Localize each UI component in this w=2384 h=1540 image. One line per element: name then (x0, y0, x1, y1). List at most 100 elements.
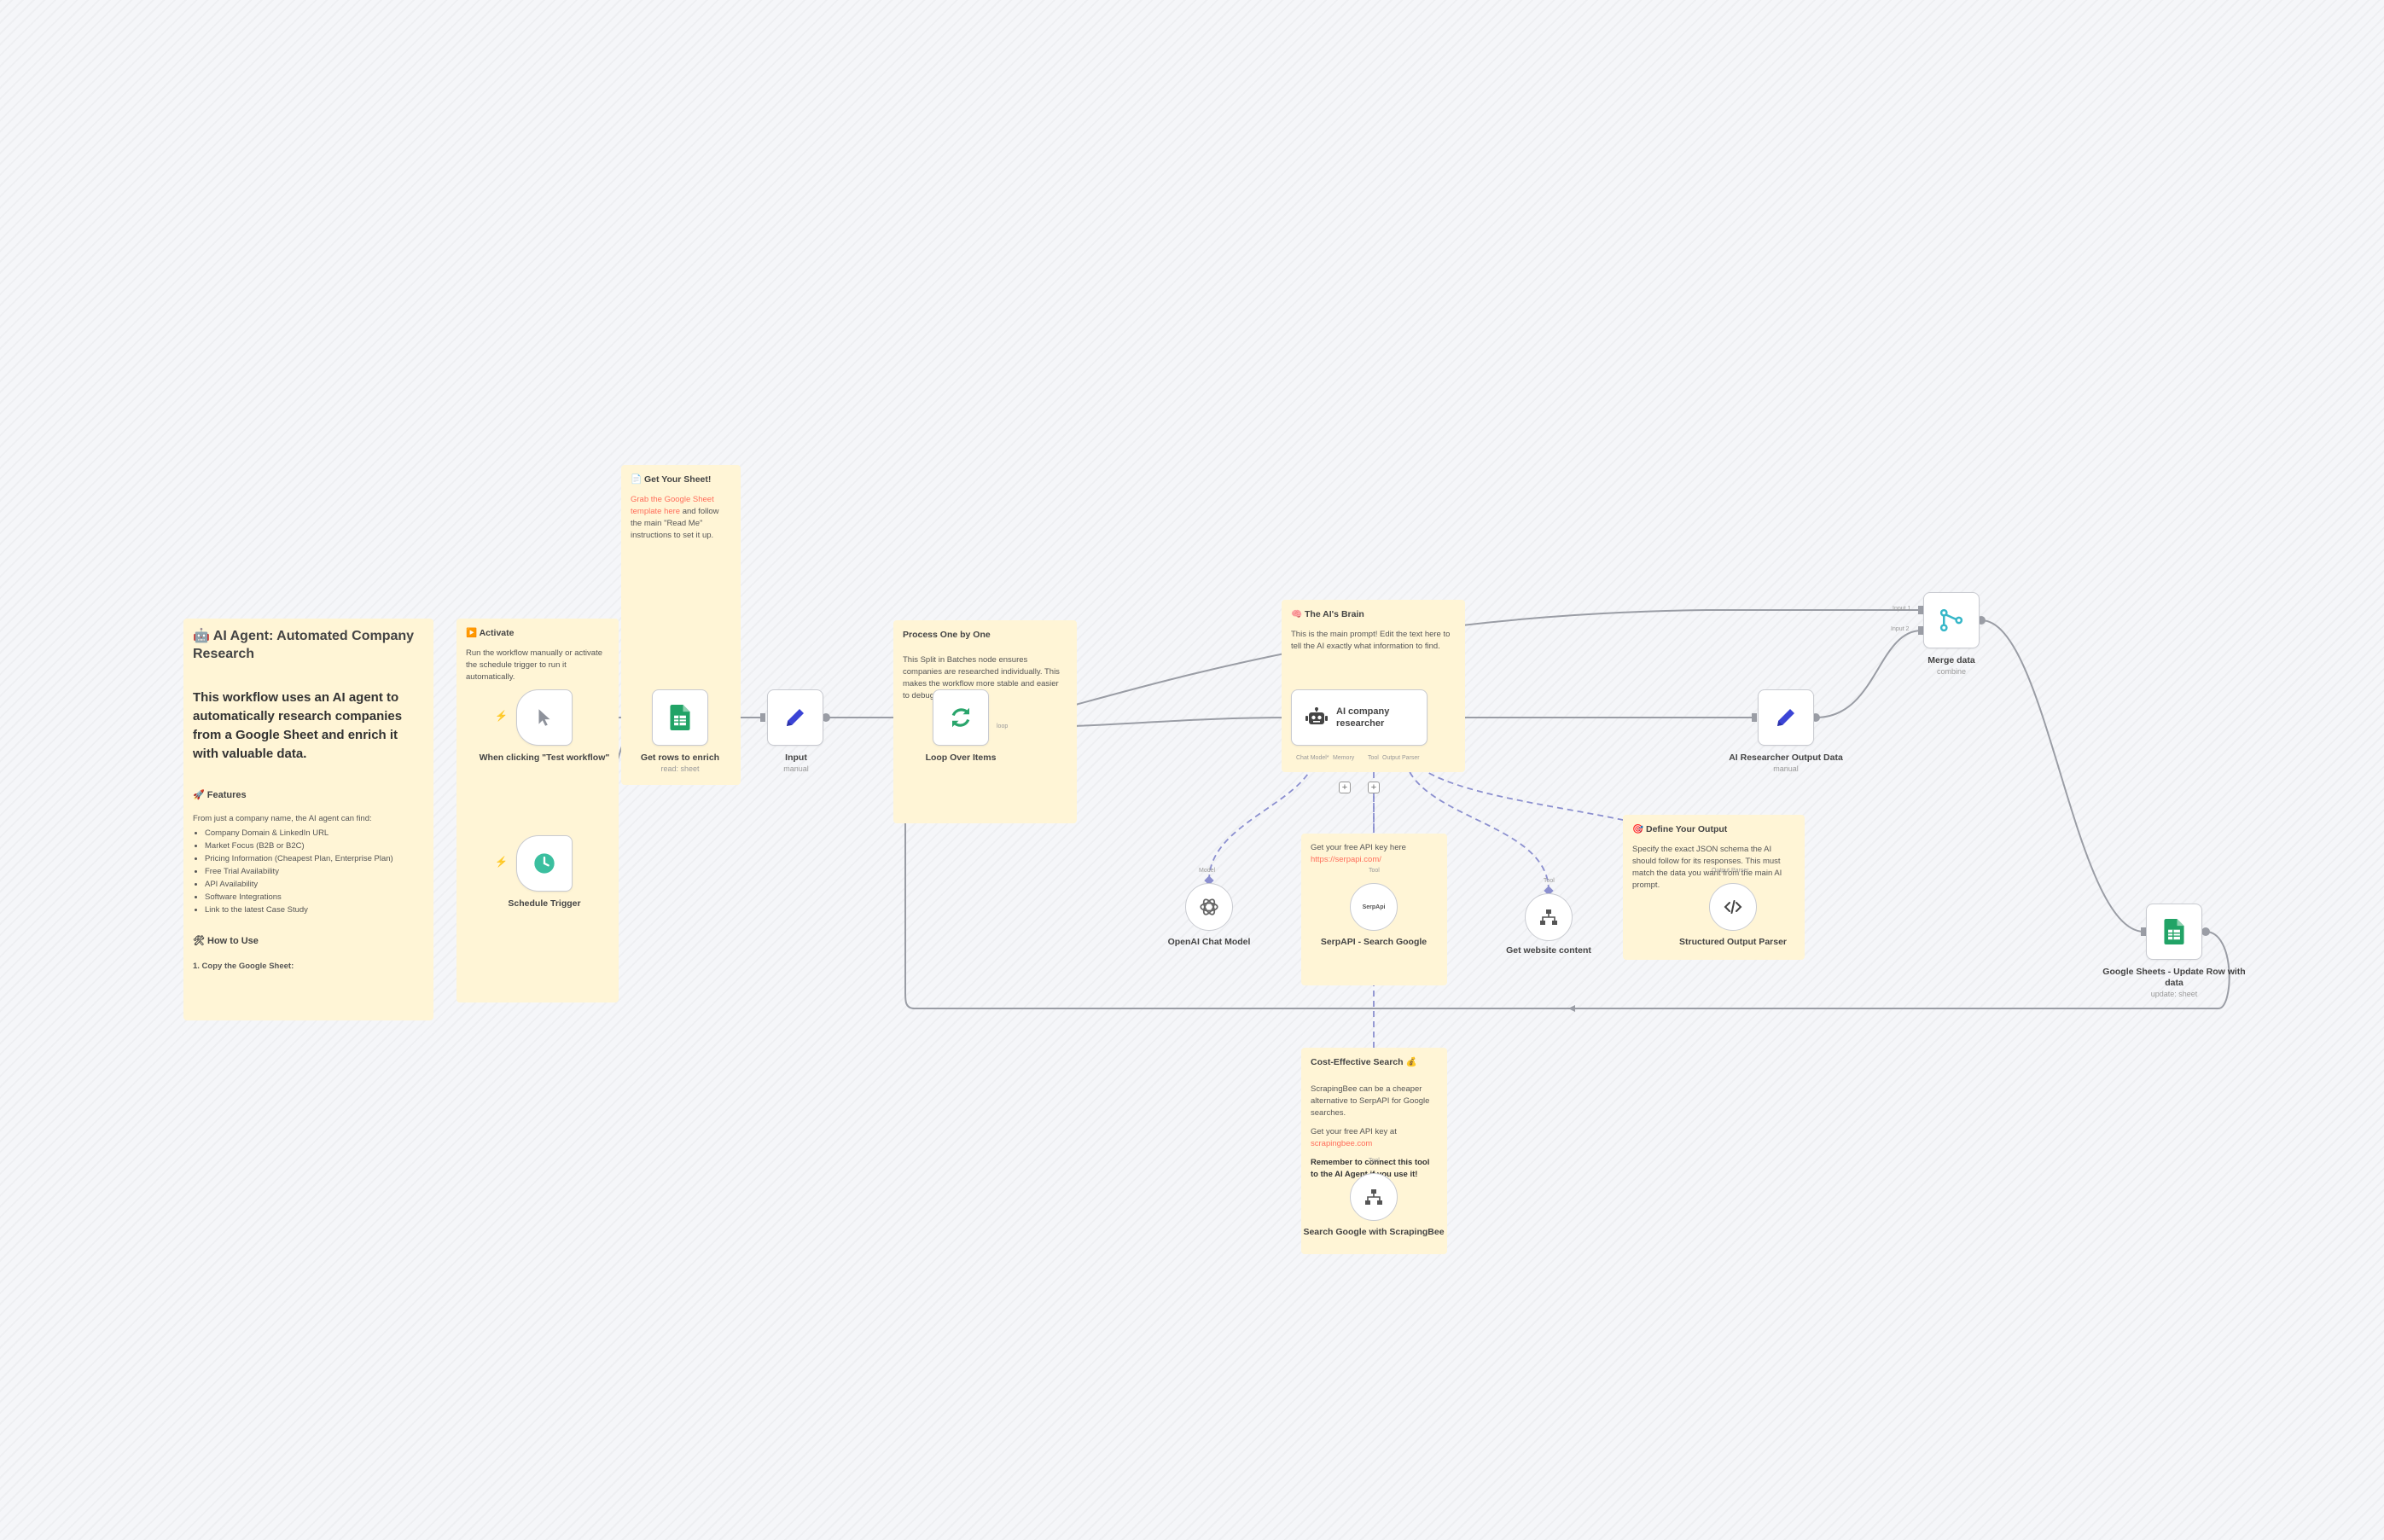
agent-port-tool: Tool (1368, 755, 1379, 761)
cost-note-text2: Get your free API key at scrapingbee.com (1311, 1126, 1438, 1150)
trigger-bolt-icon: ⚡ (495, 710, 508, 722)
sheet-note-title: 📄 Get Your Sheet! (631, 474, 712, 485)
google-sheets-icon (670, 705, 690, 730)
serpapi-icon: SerpApi (1362, 904, 1386, 910)
merge-input1-label: Input 1 (1893, 606, 1911, 612)
howto-step: 1. Copy the Google Sheet: (193, 962, 294, 971)
add-tool-button[interactable]: + (1368, 782, 1380, 793)
manual-trigger-label: When clicking "Test workflow" (479, 753, 610, 763)
serp-note-body: Get your free API key here (1311, 843, 1406, 852)
scrapingbee-link[interactable]: scrapingbee.com (1311, 1139, 1372, 1148)
update-sheet-label: Google Sheets - Update Row with data upda… (2102, 967, 2247, 1000)
openai-label: OpenAI Chat Model (1167, 937, 1251, 947)
pencil-icon (787, 709, 804, 726)
agent-port-output-parser: Output Parser (1382, 755, 1420, 761)
activate-note-title: ▶️ Activate (466, 628, 515, 638)
serpapi-link[interactable]: https://serpapi.com/ (1311, 855, 1381, 864)
output-note-title: 🎯 Define Your Output (1632, 824, 1728, 834)
features-heading: 🚀 Features (193, 790, 247, 800)
features-list: Company Domain & LinkedIn URL Market Foc… (193, 827, 424, 916)
brain-note-title: 🧠 The AI's Brain (1291, 609, 1364, 619)
merge-icon (1939, 608, 1963, 632)
output-data-subtitle: manual (1773, 764, 1799, 773)
merge-title: Merge data (1928, 655, 1975, 665)
input-title: Input (785, 753, 807, 763)
howto-heading: 🛠 How to Use (193, 936, 259, 946)
input-subtitle: manual (783, 764, 809, 773)
main-note-title: 🤖 AI Agent: Automated Company Research (193, 629, 415, 661)
robot-icon (1305, 707, 1328, 724)
feature-item: Company Domain & LinkedIn URL (205, 827, 424, 840)
sticky-note-activate[interactable]: ▶️ Activate Run the workflow manually or… (456, 619, 619, 1002)
schedule-trigger-label: Schedule Trigger (508, 898, 581, 909)
connection-update-loopback (904, 727, 2230, 1009)
serpapi-node[interactable]: SerpApi (1350, 883, 1398, 931)
workflow-canvas[interactable]: 🤖 AI Agent: Automated Company Research T… (0, 0, 2384, 1540)
network-icon (1540, 909, 1557, 925)
output-data-node[interactable] (1758, 689, 1814, 746)
output-data-label: AI Researcher Output Data manual (1713, 753, 1858, 775)
update-sheet-node[interactable] (2146, 904, 2202, 960)
openai-port-label: Model (1199, 868, 1216, 874)
loop-port-label: loop (997, 724, 1009, 729)
cursor-icon (538, 709, 550, 726)
website-port-label: Tool (1544, 878, 1555, 884)
manual-trigger-node[interactable] (516, 689, 573, 746)
schedule-trigger-node[interactable] (516, 835, 573, 892)
pencil-icon (1777, 709, 1794, 726)
serpapi-port-label: Tool (1369, 868, 1380, 874)
feature-item: Software Integrations (205, 891, 424, 904)
parser-port-label: Output Parser (1712, 868, 1749, 874)
feature-item: API Availability (205, 878, 424, 891)
input-label: Input manual (724, 753, 869, 775)
sheet-note-text: Grab the Google Sheet template here and … (631, 494, 731, 542)
ai-agent-title: AI company researcher (1336, 706, 1390, 729)
clock-icon (534, 853, 555, 874)
merge-label: Merge data combine (1879, 655, 2024, 677)
feature-item: Link to the latest Case Study (205, 904, 424, 916)
openai-icon (1200, 898, 1218, 915)
google-sheets-icon (2164, 919, 2184, 944)
agent-port-chat-model: Chat Model* (1296, 755, 1329, 761)
serp-note-text: Get your free API key here https://serpap… (1311, 842, 1438, 866)
network-icon (1365, 1189, 1382, 1205)
cost-note-title: Cost-Effective Search 💰 (1311, 1057, 1417, 1067)
scrapingbee-port-label: Tool (1369, 1158, 1380, 1164)
get-rows-title: Get rows to enrich (640, 753, 720, 763)
feature-item: Market Focus (B2B or B2C) (205, 840, 424, 852)
feature-item: Pricing Information (Cheapest Plan, Ente… (205, 852, 424, 865)
update-sheet-title: Google Sheets - Update Row with data (2102, 967, 2246, 988)
structured-output-parser-node[interactable] (1709, 883, 1757, 931)
get-rows-node[interactable] (652, 689, 708, 746)
add-memory-button[interactable]: + (1339, 782, 1351, 793)
activate-note-body: Run the workflow manually or activate th… (466, 648, 602, 682)
cost-note-body1: ScrapingBee can be a cheaper alternative… (1311, 1084, 1430, 1118)
sync-icon (951, 707, 970, 728)
trigger-bolt-icon: ⚡ (495, 856, 508, 868)
output-data-title: AI Researcher Output Data (1729, 753, 1843, 763)
loop-label: Loop Over Items (925, 753, 997, 763)
serpapi-label: SerpAPI - Search Google (1320, 937, 1427, 947)
main-note-intro: This workflow uses an AI agent to automa… (193, 690, 403, 761)
code-icon (1724, 900, 1742, 914)
features-intro: From just a company name, the AI agent c… (193, 814, 372, 823)
agent-port-memory: Memory (1333, 755, 1355, 761)
feature-item: Free Trial Availability (205, 865, 424, 878)
get-website-content-node[interactable] (1525, 893, 1573, 941)
sticky-note-brain[interactable]: 🧠 The AI's Brain This is the main prompt… (1282, 600, 1465, 772)
process-note-title: Process One by One (903, 630, 991, 640)
input-node[interactable] (767, 689, 823, 746)
scrapingbee-node[interactable] (1350, 1173, 1398, 1221)
loop-over-items-node[interactable] (933, 689, 989, 746)
sticky-note-cost[interactable]: Cost-Effective Search 💰 ScrapingBee can … (1301, 1048, 1447, 1254)
openai-chat-model-node[interactable] (1185, 883, 1233, 931)
merge-node[interactable] (1923, 592, 1980, 648)
cost-note-body2: Get your free API key at (1311, 1127, 1397, 1136)
merge-input2-label: Input 2 (1891, 626, 1910, 632)
ai-agent-node[interactable]: AI company researcher (1291, 689, 1427, 746)
update-sheet-subtitle: update: sheet (2150, 990, 2198, 998)
sticky-note-main[interactable]: 🤖 AI Agent: Automated Company Research T… (183, 619, 433, 1020)
website-label: Get website content (1506, 945, 1591, 956)
brain-note-body: This is the main prompt! Edit the text h… (1291, 630, 1451, 651)
parser-label: Structured Output Parser (1678, 937, 1788, 947)
